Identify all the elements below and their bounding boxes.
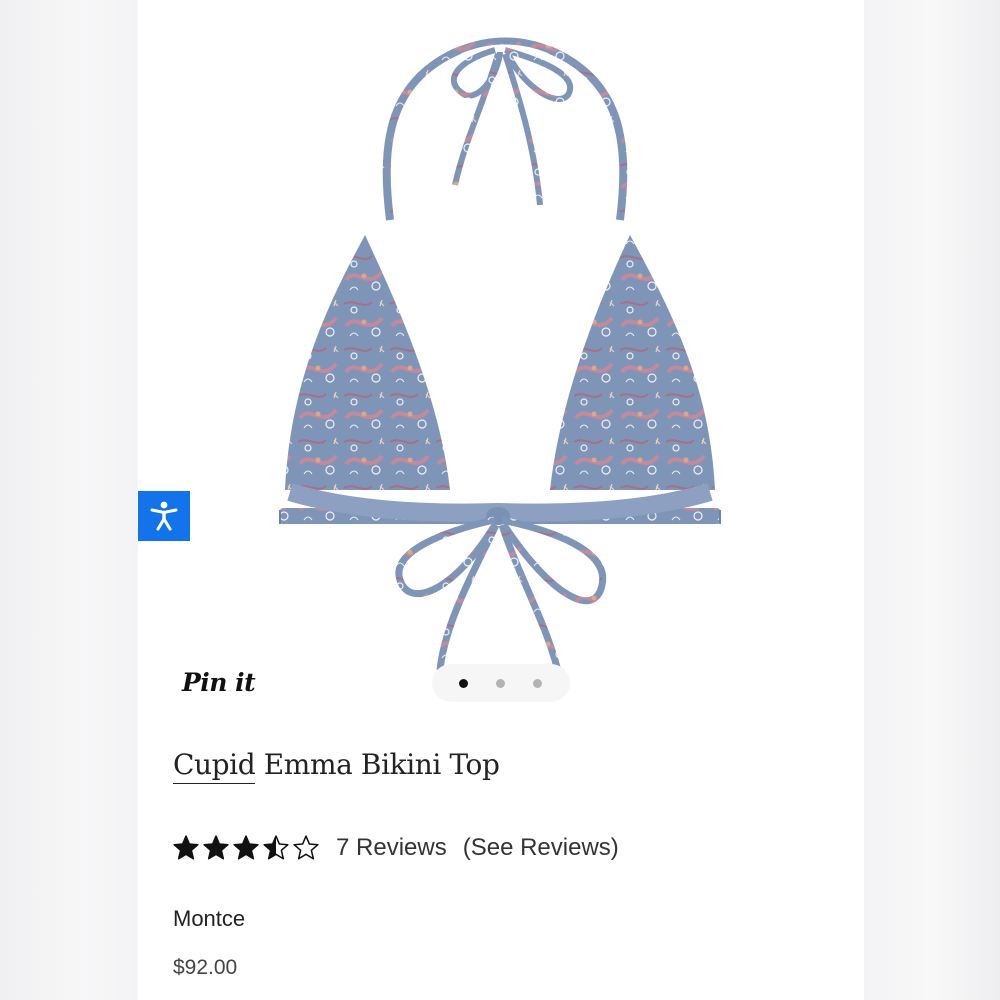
star-full-icon (233, 835, 259, 860)
rating-row: 7 Reviews (See Reviews) (172, 830, 619, 866)
accessibility-button[interactable] (138, 491, 190, 541)
product-name: Emma Bikini Top (255, 748, 500, 781)
carousel-dot-3[interactable] (533, 679, 542, 688)
left-background-panel (0, 0, 138, 1000)
star-empty-icon (293, 835, 319, 860)
see-reviews-link[interactable]: (See Reviews) (463, 834, 619, 862)
carousel-dot-1[interactable] (459, 679, 468, 688)
carousel-pagination (432, 664, 570, 702)
brand-link[interactable]: Cupid (173, 748, 256, 784)
star-full-icon (203, 835, 229, 860)
pin-it-button[interactable]: Pin it (182, 668, 256, 697)
product-image[interactable] (250, 20, 750, 680)
star-half-icon (263, 835, 289, 860)
price: $92.00 (173, 956, 238, 979)
carousel-dot-2[interactable] (496, 679, 505, 688)
product-title: Cupid Emma Bikini Top (173, 748, 500, 784)
star-full-icon (173, 835, 199, 860)
reviews-count: 7 Reviews (336, 834, 447, 861)
right-background-panel (864, 0, 1000, 1000)
store-name: Montce (173, 906, 246, 931)
star-rating (172, 834, 320, 862)
accessibility-person-icon (150, 501, 178, 531)
